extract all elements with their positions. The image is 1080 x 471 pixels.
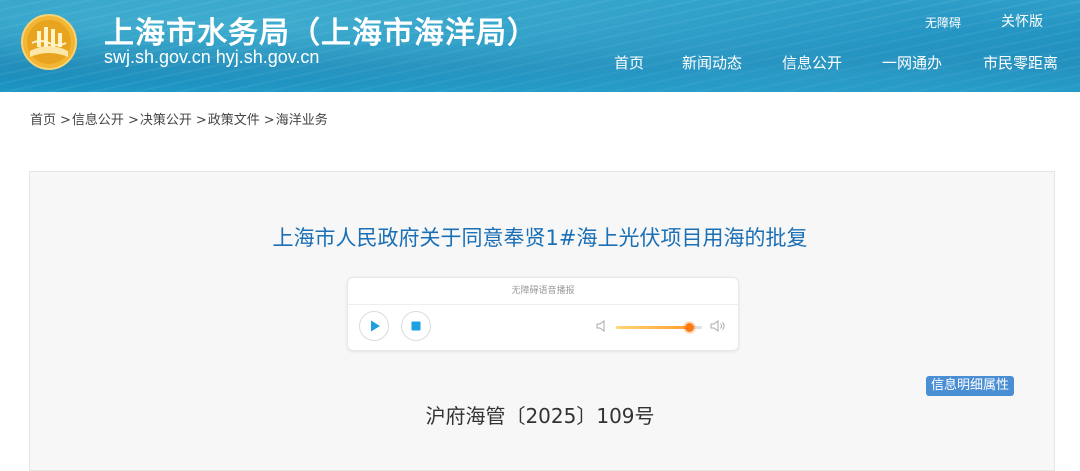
emblem-logo-icon[interactable]: [20, 13, 78, 71]
volume-thumb[interactable]: [685, 323, 695, 332]
article-title: 上海市人民政府关于同意奉贤1#海上光伏项目用海的批复: [272, 226, 808, 250]
nav-item-home[interactable]: 首页: [614, 52, 644, 73]
nav-item-citizens[interactable]: 市民零距离: [983, 52, 1058, 73]
nav-item-news[interactable]: 新闻动态: [682, 52, 742, 73]
breadcrumb-separator: >: [60, 113, 71, 128]
nav-item-disclosure[interactable]: 信息公开: [782, 52, 842, 73]
volume-mute-icon[interactable]: [595, 319, 609, 333]
site-title[interactable]: 上海市水务局（上海市海洋局）: [104, 8, 538, 52]
breadcrumb-disclosure[interactable]: 信息公开: [72, 113, 124, 128]
nav-item-services[interactable]: 一网通办: [882, 52, 942, 73]
play-button[interactable]: [359, 311, 389, 341]
accessibility-link[interactable]: 无障碍: [925, 14, 961, 31]
breadcrumb-marine-affairs[interactable]: 海洋业务: [276, 113, 328, 128]
document-number: 沪府海管〔2025〕109号: [425, 404, 655, 428]
info-details-badge[interactable]: 信息明细属性: [926, 376, 1015, 396]
breadcrumb-separator: >: [195, 113, 207, 128]
stop-icon: [411, 321, 421, 331]
stop-button[interactable]: [401, 311, 431, 341]
breadcrumb-home[interactable]: 首页: [30, 113, 56, 128]
breadcrumb: 首页 >信息公开 >决策公开 >政策文件 >海洋业务: [30, 109, 328, 128]
breadcrumb-decisions[interactable]: 决策公开: [140, 113, 192, 128]
volume-max-icon[interactable]: [710, 319, 726, 333]
volume-fill: [616, 326, 690, 329]
site-domains: swj.sh.gov.cn hyj.sh.gov.cn: [104, 47, 320, 67]
breadcrumb-separator: >: [263, 113, 275, 128]
breadcrumb-separator: >: [127, 113, 139, 128]
breadcrumb-policy-docs[interactable]: 政策文件: [208, 113, 260, 128]
site-header: 上海市水务局（上海市海洋局） swj.sh.gov.cn hyj.sh.gov.…: [0, 0, 1080, 92]
volume-slider[interactable]: [616, 323, 702, 332]
player-title: 无障碍语音播报: [348, 278, 738, 305]
play-icon: [371, 320, 380, 332]
care-version-link[interactable]: 关怀版: [1001, 11, 1043, 31]
voice-player: 无障碍语音播报: [347, 277, 739, 351]
